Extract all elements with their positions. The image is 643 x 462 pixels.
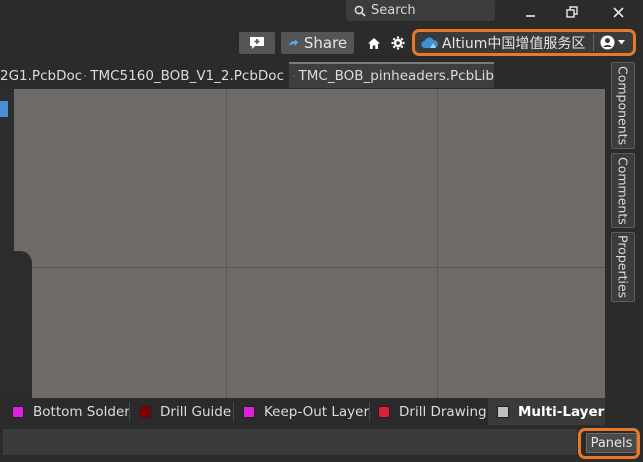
home-icon[interactable] [367, 35, 381, 54]
side-tab-label: Properties [615, 235, 631, 299]
search-placeholder: Search [371, 3, 416, 18]
grid-line [14, 267, 605, 268]
tab-tmc5160-pcbdoc[interactable]: TMC5160_BOB_V1_2.PcbDoc [84, 63, 284, 89]
search-box[interactable]: Search [346, 0, 495, 21]
title-bar: Search [0, 0, 643, 26]
tab-pcbdoc-partial[interactable]: 2G1.PcbDoc [0, 63, 83, 89]
account-area[interactable]: Altium中国增值服务区 [412, 29, 636, 56]
restore-button[interactable] [550, 0, 594, 24]
cloud-workspace-icon [421, 36, 438, 49]
left-panel-tab-icon[interactable] [0, 101, 8, 117]
layer-color-swatch [12, 405, 24, 418]
share-button[interactable]: Share [281, 32, 354, 54]
tab-label: TMC_BOB_pinheaders.PcbLib [298, 68, 494, 84]
layer-color-swatch [139, 405, 151, 418]
gear-icon[interactable] [391, 35, 405, 54]
left-floating-panel [0, 251, 32, 398]
layer-label: Drill Drawing [399, 403, 487, 420]
layer-label: Bottom Solder [33, 403, 130, 420]
search-icon [354, 5, 366, 17]
design-canvas[interactable] [14, 89, 605, 398]
layer-tab-bottom-solder[interactable]: Bottom Solder [4, 398, 130, 425]
tab-pinheaders-pcblib[interactable]: TMC_BOB_pinheaders.PcbLib [289, 62, 494, 88]
share-label: Share [303, 34, 348, 52]
side-tab-label: Comments [615, 156, 631, 225]
layer-tab-keep-out[interactable]: Keep-Out Layer [234, 398, 370, 425]
layer-label: Multi-Layer [518, 403, 605, 420]
pcb-document-icon [84, 75, 87, 77]
layer-color-swatch [243, 405, 255, 418]
layer-color-swatch [497, 405, 509, 418]
comment-button[interactable] [239, 32, 275, 54]
minimize-icon [525, 14, 535, 17]
document-tabs: 2G1.PcbDoc TMC5160_BOB_V1_2.PcbDoc TMC_B… [0, 62, 605, 89]
account-divider [593, 34, 595, 51]
grid-line [226, 89, 227, 398]
minimize-button[interactable] [508, 0, 552, 24]
layer-tabs: Bottom Solder Drill Guide Keep-Out Layer… [0, 398, 605, 425]
add-comment-icon [250, 37, 264, 49]
close-icon [612, 6, 624, 18]
layer-tab-multi-layer[interactable]: Multi-Layer [488, 398, 605, 425]
panels-button[interactable]: Panels [586, 433, 637, 453]
user-menu-button[interactable] [600, 35, 626, 50]
layer-label: Keep-Out Layer [264, 403, 370, 420]
side-tab-components[interactable]: Components [611, 62, 635, 149]
layer-color-swatch [378, 405, 390, 418]
tab-label: 2G1.PcbDoc [0, 68, 83, 84]
layer-tab-drill-guide[interactable]: Drill Guide [130, 398, 234, 425]
layer-tab-drill-drawing[interactable]: Drill Drawing [370, 398, 488, 425]
share-arrow-icon [288, 39, 298, 46]
layer-label: Drill Guide [160, 403, 232, 420]
chevron-down-icon [618, 40, 626, 45]
user-avatar-icon [600, 35, 615, 50]
side-tab-comments[interactable]: Comments [611, 153, 635, 228]
close-button[interactable] [596, 0, 640, 24]
workspace-name[interactable]: Altium中国增值服务区 [442, 33, 585, 53]
side-tab-label: Components [615, 65, 631, 146]
restore-icon [566, 6, 578, 18]
tab-label: TMC5160_BOB_V1_2.PcbDoc [90, 68, 284, 84]
pcb-library-icon [293, 75, 295, 77]
side-tab-properties[interactable]: Properties [611, 232, 635, 302]
grid-line [437, 89, 438, 398]
status-text-area [3, 429, 577, 455]
